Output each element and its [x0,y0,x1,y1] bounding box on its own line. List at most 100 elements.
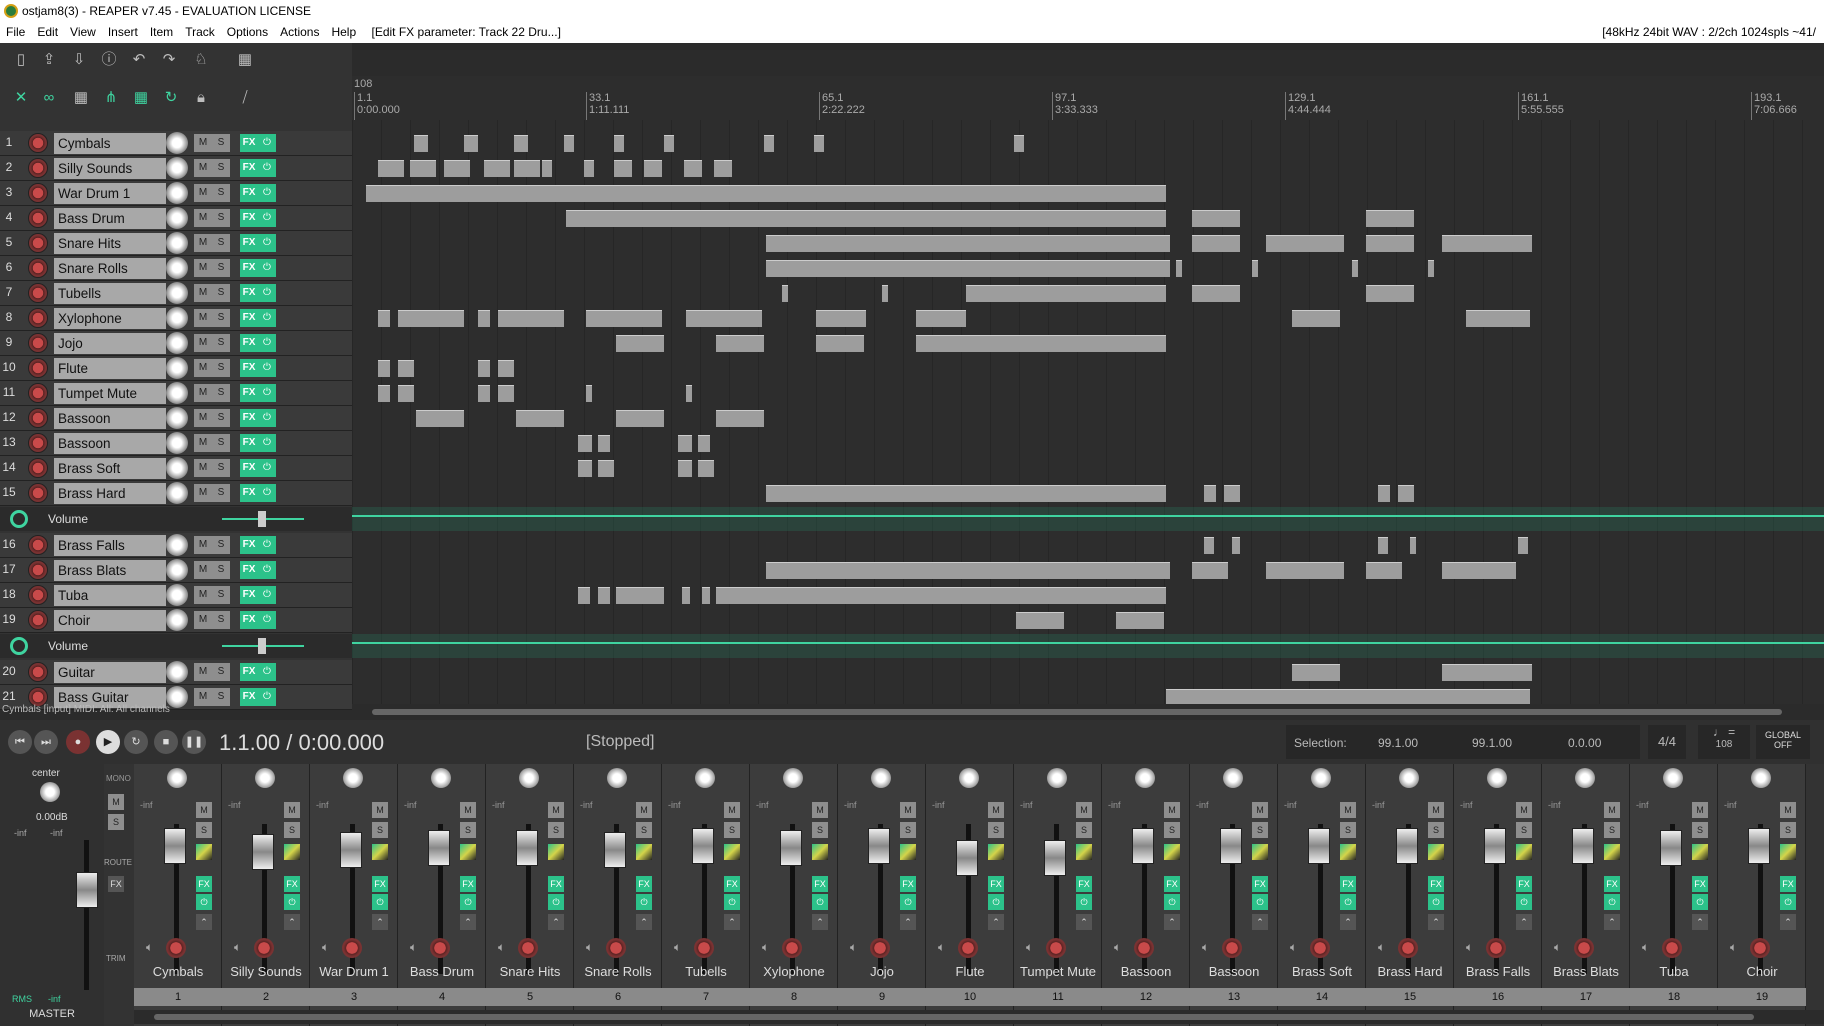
phase-icon[interactable] [636,844,652,860]
media-item[interactable] [414,135,428,152]
media-item[interactable] [444,160,470,177]
pan-knob[interactable] [1223,768,1243,788]
track-name[interactable]: Tumpet Mute [54,383,166,404]
strip-number[interactable]: 17 [1542,988,1630,1006]
track-name[interactable]: Silly Sounds [54,158,166,179]
media-item[interactable] [598,460,614,477]
solo-button[interactable]: S [196,822,212,838]
strip-number[interactable]: 6 [574,988,662,1006]
mute-button[interactable]: M [194,234,212,252]
media-item[interactable] [764,135,774,152]
automation-icon[interactable]: ⌃ [1252,914,1268,930]
fader-cap[interactable] [252,834,274,870]
record-arm-icon[interactable] [1486,938,1506,958]
strip-number[interactable]: 8 [750,988,838,1006]
media-item[interactable] [1352,260,1358,277]
envelope-lane-header[interactable]: Volume [0,507,352,531]
record-arm-icon[interactable] [28,258,48,278]
mute-button[interactable]: M [372,802,388,818]
mute-button[interactable]: M [194,309,212,327]
track-header[interactable]: 16 Brass Falls M S FX ⏻ [0,533,352,558]
mute-button[interactable]: M [194,536,212,554]
track-name[interactable]: Guitar [54,662,166,683]
solo-button[interactable]: S [1692,822,1708,838]
media-item[interactable] [498,385,514,402]
phase-icon[interactable] [988,844,1004,860]
open-project-icon[interactable]: ⇪ [38,49,60,71]
fx-bypass-icon[interactable]: ⏻ [258,309,276,327]
fx-bypass-icon[interactable]: ⏻ [284,894,300,910]
media-item[interactable] [478,310,490,327]
phase-icon[interactable] [548,844,564,860]
pan-knob[interactable] [1311,768,1331,788]
speaker-icon[interactable]: 🔈︎ [1290,940,1297,955]
media-item[interactable] [1366,210,1414,227]
mute-button[interactable]: M [194,209,212,227]
fx-button[interactable]: FX [240,159,258,177]
fx-button[interactable]: FX [240,459,258,477]
play-button[interactable]: ▶ [96,730,120,754]
media-item[interactable] [478,360,490,377]
fx-bypass-icon[interactable]: ⏻ [258,134,276,152]
fx-button[interactable]: FX [240,611,258,629]
automation-icon[interactable]: ⌃ [1164,914,1180,930]
media-item[interactable] [1266,562,1344,579]
track-header[interactable]: 11 Tumpet Mute M S FX ⏻ [0,381,352,406]
automation-icon[interactable]: ⌃ [460,914,476,930]
media-item[interactable] [966,285,1166,302]
solo-button[interactable]: S [212,459,230,477]
mute-button[interactable]: M [636,802,652,818]
solo-button[interactable]: S [1252,822,1268,838]
media-item[interactable] [1366,285,1414,302]
mute-button[interactable]: M [194,484,212,502]
media-item[interactable] [1192,562,1228,579]
selection-end[interactable]: 99.1.00 [1472,736,1512,750]
track-name[interactable]: Snare Rolls [54,258,166,279]
fx-bypass-icon[interactable]: ⏻ [258,159,276,177]
solo-button[interactable]: S [212,586,230,604]
media-item[interactable] [398,385,414,402]
strip-name[interactable]: Bassoon [1190,964,1278,979]
pan-knob[interactable] [1135,768,1155,788]
automation-icon[interactable]: ⌃ [724,914,740,930]
media-item[interactable] [1442,664,1532,681]
phase-icon[interactable] [1428,844,1444,860]
envelope-fader-knob[interactable] [258,638,266,654]
fx-button[interactable]: FX [812,876,828,892]
automation-icon[interactable]: ⌃ [1076,914,1092,930]
strip-number[interactable]: 1 [134,988,222,1006]
track-header[interactable]: 13 Bassoon M S FX ⏻ [0,431,352,456]
phase-icon[interactable] [1340,844,1356,860]
fx-button[interactable]: FX [240,259,258,277]
media-item[interactable] [378,385,390,402]
fx-bypass-icon[interactable]: ⏻ [258,561,276,579]
track-name[interactable]: Choir [54,610,166,631]
media-item[interactable] [1014,135,1024,152]
strip-number[interactable]: 10 [926,988,1014,1006]
fader-cap[interactable] [692,828,714,864]
media-item[interactable] [1192,210,1240,227]
track-header[interactable]: 12 Bassoon M S FX ⏻ [0,406,352,431]
automation-icon[interactable]: ⌃ [372,914,388,930]
strip-name[interactable]: War Drum 1 [310,964,398,979]
pan-knob[interactable] [783,768,803,788]
track-header[interactable]: 19 Choir M S FX ⏻ [0,608,352,633]
volume-knob[interactable] [166,609,188,631]
speaker-icon[interactable]: 🔈︎ [1730,940,1737,955]
record-arm-icon[interactable] [694,938,714,958]
media-item[interactable] [614,160,632,177]
record-arm-icon[interactable] [1046,938,1066,958]
automation-icon[interactable]: ⌃ [636,914,652,930]
automation-icon[interactable]: ⌃ [196,914,212,930]
envelope-lane-header[interactable]: Volume [0,634,352,658]
track-header[interactable]: 17 Brass Blats M S FX ⏻ [0,558,352,583]
record-arm-icon[interactable] [870,938,890,958]
record-arm-icon[interactable] [28,483,48,503]
media-item[interactable] [882,285,888,302]
timeline-ruler[interactable]: 108 1.1 0:00.000 33.1 1:11.111 65.1 2:22.22… [352,76,1824,136]
mute-button[interactable]: M [194,359,212,377]
mute-button[interactable]: M [194,284,212,302]
fx-button[interactable]: FX [1076,876,1092,892]
pan-knob[interactable] [431,768,451,788]
record-arm-icon[interactable] [1134,938,1154,958]
